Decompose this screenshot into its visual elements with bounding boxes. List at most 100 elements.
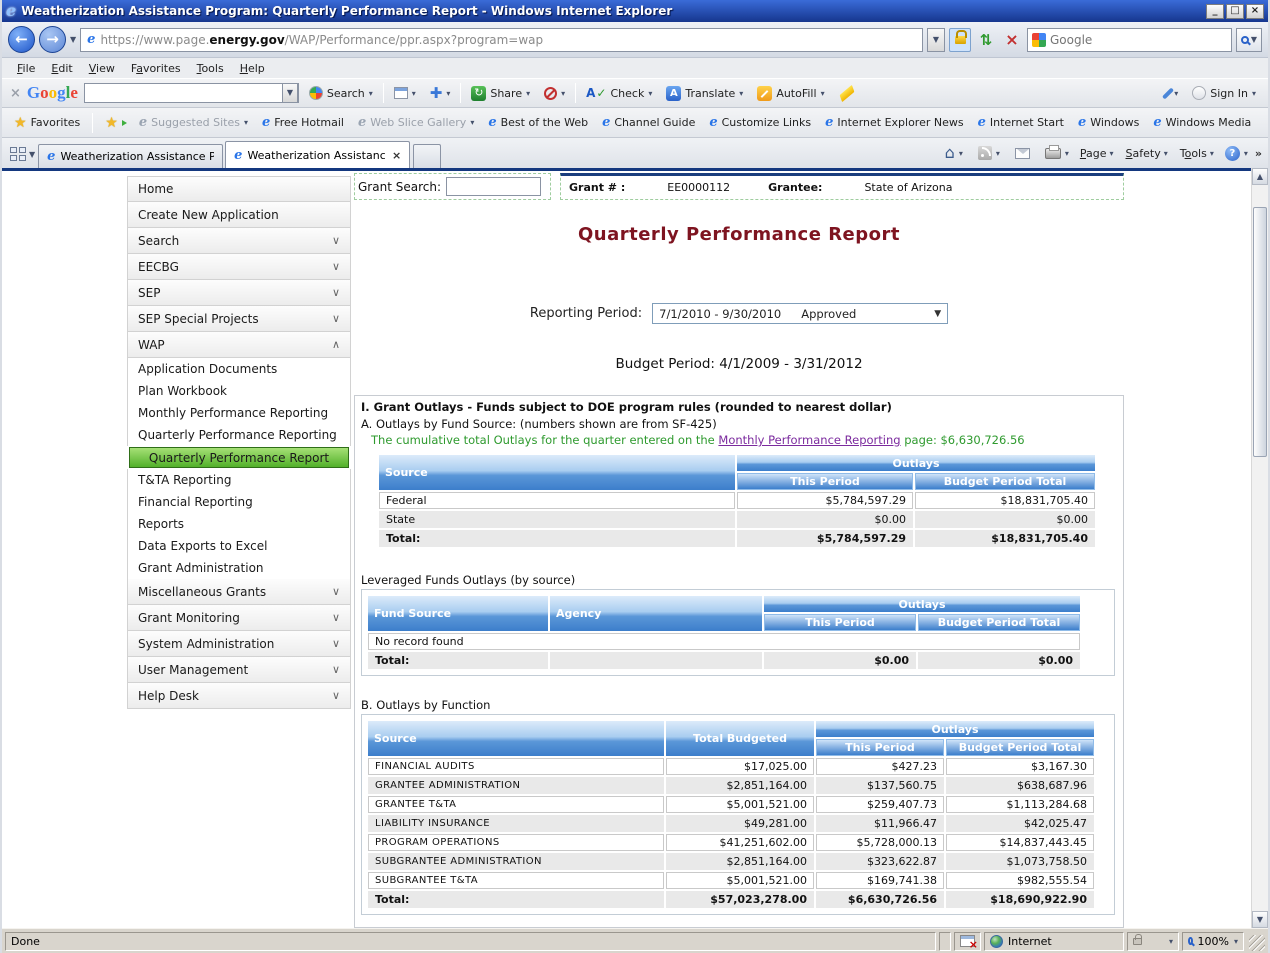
sidebar-item-search[interactable]: Search∨ [127,228,351,254]
sign-in-button[interactable]: Sign In▾ [1188,84,1260,102]
sidebar-item-help-desk[interactable]: Help Desk∨ [127,683,351,709]
tab-list-dropdown-icon[interactable]: ▼ [29,150,35,159]
zoom-control[interactable]: 100%▾ [1182,932,1244,951]
print-button[interactable]: ▾ [1041,146,1073,161]
command-page[interactable]: Page▾ [1080,147,1114,160]
url-dropdown-button[interactable]: ▼ [927,28,945,52]
command-tools[interactable]: Tools▾ [1180,147,1214,160]
google-search-dropdown-icon[interactable]: ▼ [282,83,298,103]
menu-view[interactable]: View [82,60,122,77]
scroll-up-icon[interactable]: ▲ [1252,168,1268,185]
menu-favorites[interactable]: Favorites [124,60,188,77]
menu-help[interactable]: Help [233,60,272,77]
back-button[interactable]: ← [8,26,35,53]
sidebar-item-user-management[interactable]: User Management∨ [127,657,351,683]
highlighter-button[interactable] [835,88,859,99]
favorite-customize-links[interactable]: eCustomize Links [709,116,811,129]
history-dropdown-icon[interactable]: ▼ [70,35,76,44]
protected-mode-indicator[interactable]: ▾ [1127,932,1179,951]
security-lock-button[interactable] [949,28,971,52]
menu-edit[interactable]: Edit [44,60,79,77]
google-search-input[interactable] [85,86,282,100]
share-button[interactable]: ↻Share▾ [467,84,534,103]
favorite-windows[interactable]: eWindows [1078,116,1139,129]
sidebar-item-quarterly-performance-report[interactable]: Quarterly Performance Report [129,447,349,468]
quick-tabs-icon[interactable] [10,147,26,161]
sidebar-item-system-administration[interactable]: System Administration∨ [127,631,351,657]
sidebar-item-wap[interactable]: WAP∧ [127,332,351,358]
forward-button[interactable]: → [39,26,66,53]
favorites-button[interactable]: ★Favorites [10,113,84,133]
grant-search-input[interactable] [446,177,541,196]
home-button[interactable]: ⌂▾ [941,143,967,163]
scrollbar-thumb[interactable] [1253,207,1267,457]
tab-weatherization-assistanc[interactable]: eWeatherization Assistanc...× [225,141,410,168]
sidebar-item-eecbg[interactable]: EECBG∨ [127,254,351,280]
autofill-button[interactable]: AutoFill▾ [753,84,828,103]
new-tab-area[interactable] [413,144,441,168]
scrollbar-track[interactable] [1252,185,1268,911]
add-to-favorites-button[interactable]: ★ [101,113,131,133]
sidebar-item-plan-workbook[interactable]: Plan Workbook [127,380,351,402]
table-cell: Total: [368,891,664,908]
popup-blocker-button[interactable]: ▾ [540,85,569,102]
favorite-internet-start[interactable]: eInternet Start [978,116,1064,129]
spellcheck-button[interactable]: A✓Check▾ [582,84,656,102]
sidebar-item-sep[interactable]: SEP∨ [127,280,351,306]
refresh-button[interactable]: ⇅ [975,28,997,52]
add-gadget-button[interactable]: ✚▾ [426,82,455,104]
favorite-channel-guide[interactable]: eChannel Guide [602,116,695,129]
favorite-best-of-the-web[interactable]: eBest of the Web [488,116,588,129]
tab-weatherization-assistance-p[interactable]: eWeatherization Assistance P... [38,144,223,168]
monthly-performance-reporting-link[interactable]: Monthly Performance Reporting [718,433,900,447]
search-options-icon[interactable]: ▼ [1251,35,1257,44]
sidebar-item-miscellaneous-grants[interactable]: Miscellaneous Grants∨ [127,579,351,605]
favorite-label: Customize Links [722,116,812,129]
popup-blocked-indicator[interactable] [954,932,981,951]
sidebar-item-financial-reporting[interactable]: Financial Reporting [127,491,351,513]
sidebar-item-label: SEP [138,286,160,300]
command-safety[interactable]: Safety▾ [1126,147,1168,160]
ie-page-icon: e [139,116,147,129]
close-tab-icon[interactable]: × [392,149,401,162]
menu-tools[interactable]: Tools [190,60,231,77]
sidebar-item-sep-special-projects[interactable]: SEP Special Projects∨ [127,306,351,332]
reporting-period-select[interactable]: 7/1/2010 - 9/30/2010 Approved ▼ [652,303,948,324]
feeds-button[interactable]: ▾ [974,144,1004,162]
sidebar-item-home[interactable]: Home [127,176,351,202]
toolbar-settings-button[interactable]: ▾ [1162,85,1182,102]
scroll-down-icon[interactable]: ▼ [1252,911,1268,928]
sidebar-item-t-ta-reporting[interactable]: T&TA Reporting [127,469,351,491]
toolbar-overflow-icon[interactable]: » [1255,147,1262,160]
favorite-free-hotmail[interactable]: eFree Hotmail [262,116,344,129]
minimize-button[interactable]: _ [1206,4,1224,19]
read-mail-button[interactable] [1011,146,1034,161]
sidebar-item-monthly-performance-reporting[interactable]: Monthly Performance Reporting [127,402,351,424]
favorite-suggested-sites[interactable]: eSuggested Sites▾ [139,116,248,129]
sidebar-item-application-documents[interactable]: Application Documents [127,358,351,380]
sidebar-item-grant-monitoring[interactable]: Grant Monitoring∨ [127,605,351,631]
empty-row: No record found [368,633,1080,650]
sidewiki-button[interactable]: ▾ [390,85,420,101]
sidebar-item-create-new-application[interactable]: Create New Application [127,202,351,228]
resize-grip[interactable] [1249,935,1265,951]
favorite-web-slice-gallery[interactable]: eWeb Slice Gallery▾ [358,116,474,129]
toolbar-close-icon[interactable]: × [10,86,21,101]
sidebar-item-reports[interactable]: Reports [127,513,351,535]
url-field[interactable]: e https://www.page.energy.gov/WAP/Perfor… [80,28,923,52]
vertical-scrollbar[interactable]: ▲ ▼ [1251,168,1268,928]
help-button[interactable]: ?▾ [1221,144,1252,163]
maximize-button[interactable]: □ [1226,4,1244,19]
favorite-windows-media[interactable]: eWindows Media [1153,116,1251,129]
search-go-button[interactable]: ▼ [1236,28,1262,52]
sidebar-item-quarterly-performance-reporting[interactable]: Quarterly Performance Reporting [127,424,351,446]
google-search-button[interactable]: Search▾ [305,84,377,102]
translate-button[interactable]: ATranslate▾ [662,84,747,103]
sidebar-item-data-exports-to-excel[interactable]: Data Exports to Excel [127,535,351,557]
search-input[interactable] [1050,33,1227,47]
close-button[interactable]: × [1246,4,1264,19]
stop-button[interactable]: × [1001,28,1023,52]
favorite-internet-explorer-news[interactable]: eInternet Explorer News [825,116,963,129]
menu-file[interactable]: File [10,60,42,77]
sidebar-item-grant-administration[interactable]: Grant Administration [127,557,351,579]
